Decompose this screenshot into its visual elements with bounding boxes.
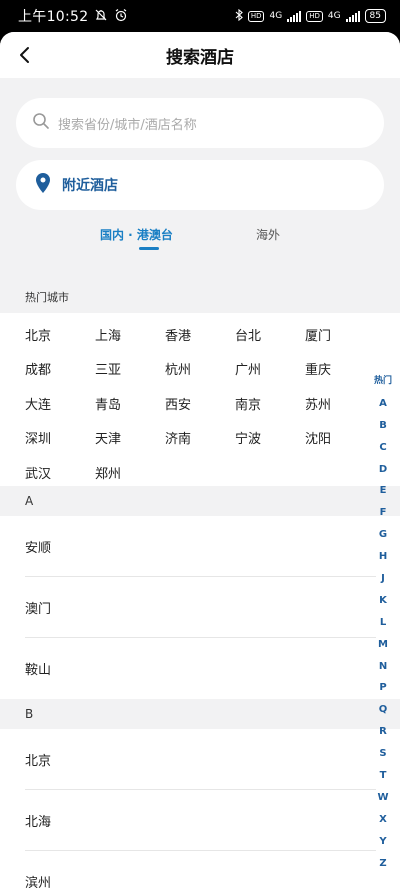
hot-city[interactable]: 厦门 [305, 325, 375, 344]
index-letter[interactable]: K [372, 590, 394, 612]
hot-city[interactable]: 南京 [235, 394, 305, 413]
city-list-item[interactable]: 北京 [0, 729, 400, 790]
alarm-off-icon [94, 7, 108, 26]
search-input[interactable]: 搜索省份/城市/酒店名称 [16, 98, 384, 148]
hot-city[interactable]: 台北 [235, 325, 305, 344]
index-letter[interactable]: W [372, 787, 394, 809]
index-letter[interactable]: Q [372, 699, 394, 721]
hot-city[interactable]: 香港 [165, 325, 235, 344]
hot-city[interactable]: 广州 [235, 359, 305, 378]
location-pin-icon [36, 173, 50, 197]
hot-city[interactable]: 苏州 [305, 394, 375, 413]
hot-city-row: 深圳 天津 济南 宁波 沈阳 [0, 421, 400, 456]
hot-city-row: 北京 上海 香港 台北 厦门 [0, 317, 400, 352]
index-letter[interactable]: Z [372, 853, 394, 875]
hot-cities-grid: 北京 上海 香港 台北 厦门 成都 三亚 杭州 广州 重庆 大连 青岛 西安 南… [0, 313, 400, 486]
hot-city[interactable]: 上海 [95, 325, 165, 344]
hd-badge: HD [306, 10, 323, 22]
hot-city[interactable]: 深圳 [25, 428, 95, 447]
region-tabs: 国内 · 港澳台 海外 [16, 212, 384, 258]
index-letter[interactable]: N [372, 656, 394, 678]
hot-city[interactable]: 西安 [165, 394, 235, 413]
hot-city[interactable]: 宁波 [235, 428, 305, 447]
active-tab-indicator [139, 247, 159, 250]
index-letter[interactable]: J [372, 568, 394, 590]
hot-city-row: 武汉 郑州 [0, 455, 400, 490]
index-hot[interactable]: 热门 [372, 371, 394, 393]
hot-city[interactable]: 青岛 [95, 394, 165, 413]
hot-city[interactable]: 武汉 [25, 463, 95, 482]
index-letter[interactable]: R [372, 721, 394, 743]
page-title: 搜索酒店 [166, 47, 234, 68]
index-letter[interactable]: Y [372, 831, 394, 853]
city-list-item[interactable]: 澳门 [0, 577, 400, 638]
index-letter[interactable]: B [372, 415, 394, 437]
nearby-hotels-button[interactable]: 附近酒店 [16, 160, 384, 210]
bluetooth-icon [235, 8, 243, 24]
hot-city-row: 大连 青岛 西安 南京 苏州 [0, 386, 400, 421]
hot-city[interactable]: 三亚 [95, 359, 165, 378]
hot-city[interactable]: 杭州 [165, 359, 235, 378]
city-name: 滨州 [25, 876, 52, 888]
index-letter[interactable]: C [372, 437, 394, 459]
nav-bar: 搜索酒店 [0, 32, 400, 78]
city-list-item[interactable]: 鞍山 [0, 638, 400, 699]
hot-city[interactable]: 成都 [25, 359, 95, 378]
city-list-item[interactable]: 北海 [0, 790, 400, 851]
city-list-item[interactable]: 安顺 [0, 516, 400, 577]
net-type-1: 4G [269, 11, 283, 21]
hot-city[interactable]: 济南 [165, 428, 235, 447]
index-letter[interactable]: E [372, 480, 394, 502]
index-letter[interactable]: L [372, 612, 394, 634]
section-header-a: A [0, 486, 400, 516]
hot-city[interactable]: 郑州 [95, 463, 165, 482]
signal-icon [287, 10, 302, 22]
search-placeholder: 搜索省份/城市/酒店名称 [58, 117, 197, 133]
index-letter[interactable]: G [372, 524, 394, 546]
back-arrow-icon[interactable] [14, 43, 38, 67]
tab-domestic[interactable]: 国内 · 港澳台 [100, 226, 173, 243]
search-icon [32, 112, 50, 134]
city-name: 澳门 [25, 602, 52, 617]
index-letter[interactable]: M [372, 634, 394, 656]
city-name: 北京 [25, 754, 52, 769]
index-letter[interactable]: S [372, 743, 394, 765]
status-time: 上午10:52 [18, 9, 89, 25]
hot-city[interactable]: 重庆 [305, 359, 375, 378]
city-name: 鞍山 [25, 663, 52, 678]
hot-cities-header: 热门城市 [0, 281, 400, 313]
tab-overseas[interactable]: 海外 [256, 226, 280, 243]
hot-city[interactable]: 天津 [95, 428, 165, 447]
hotel-search-screen: 搜索酒店 搜索省份/城市/酒店名称 附近酒店 国内 · 港澳台 海外 热门城市 … [0, 32, 400, 888]
section-header-b: B [0, 699, 400, 729]
hd-badge: HD [247, 10, 265, 22]
index-letter[interactable]: H [372, 546, 394, 568]
alphabet-index-bar[interactable]: 热门 A B C D E F G H J K L M N P Q R S T W… [372, 371, 394, 874]
city-list-item[interactable]: 滨州 [0, 851, 400, 888]
hot-city-row: 成都 三亚 杭州 广州 重庆 [0, 352, 400, 387]
index-letter[interactable]: X [372, 809, 394, 831]
nearby-hotels-label: 附近酒店 [62, 178, 118, 194]
index-letter[interactable]: P [372, 677, 394, 699]
hot-city[interactable]: 北京 [25, 325, 95, 344]
net-type-2: 4G [327, 11, 341, 21]
index-letter[interactable]: T [372, 765, 394, 787]
hot-city[interactable]: 沈阳 [305, 428, 375, 447]
battery-indicator: 85 [364, 9, 386, 23]
city-name: 安顺 [25, 541, 52, 556]
alarm-clock-icon [114, 7, 128, 26]
index-letter[interactable]: D [372, 459, 394, 481]
search-area: 搜索省份/城市/酒店名称 附近酒店 国内 · 港澳台 海外 [0, 78, 400, 281]
hot-city[interactable]: 大连 [25, 394, 95, 413]
city-name: 北海 [25, 815, 52, 830]
status-bar: 上午10:52 HD 4G HD 4G 85 [0, 0, 400, 32]
index-letter[interactable]: A [372, 393, 394, 415]
index-letter[interactable]: F [372, 502, 394, 524]
signal-icon [345, 10, 360, 22]
